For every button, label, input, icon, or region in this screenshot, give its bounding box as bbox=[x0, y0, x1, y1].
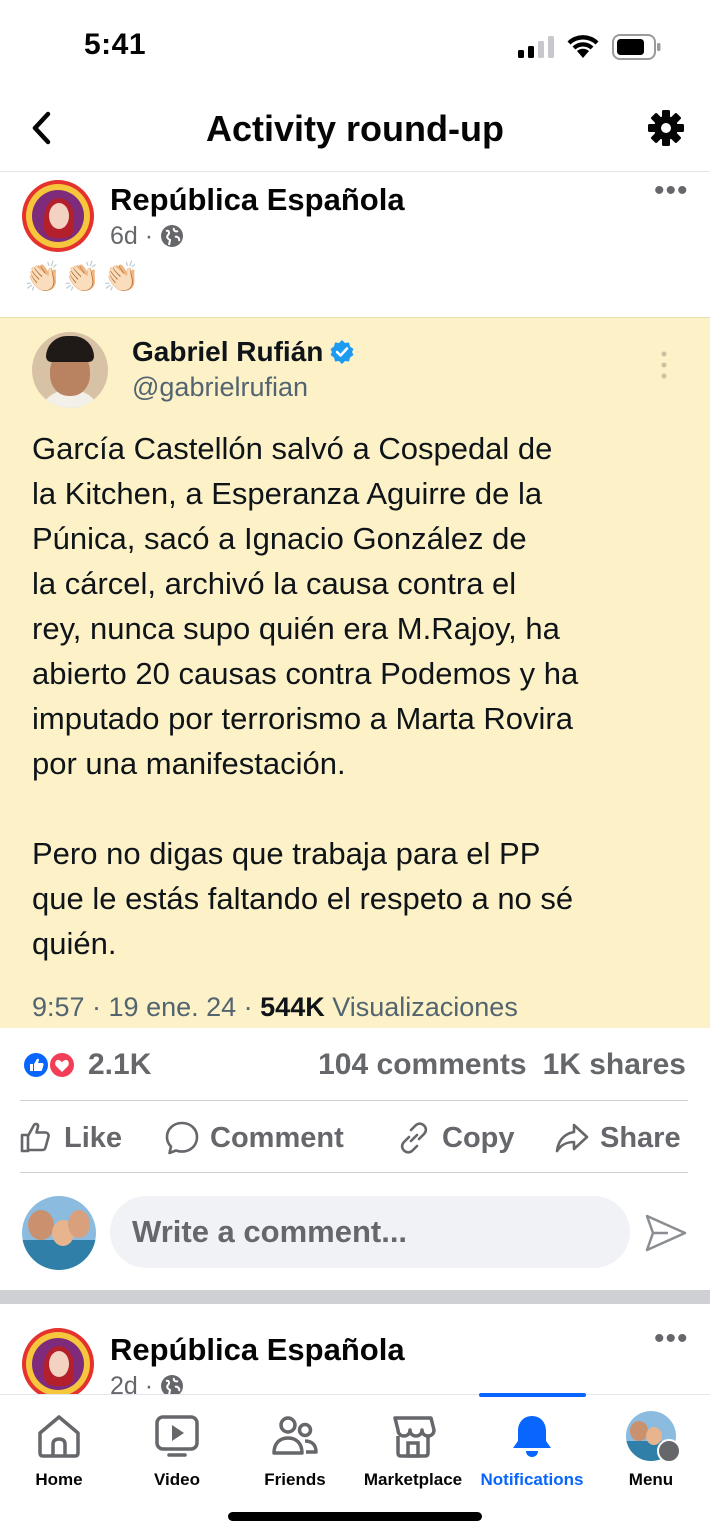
meta-separator: · bbox=[144, 1372, 154, 1396]
video-icon bbox=[155, 1415, 199, 1457]
share-button[interactable]: Share bbox=[554, 1118, 681, 1158]
post-more-options-icon[interactable]: ••• bbox=[654, 1326, 689, 1356]
tweet-text: García Castellón salvó a Cospedal de la … bbox=[32, 431, 579, 961]
comment-input[interactable] bbox=[110, 1196, 630, 1268]
globe-icon bbox=[161, 1375, 184, 1396]
like-love-reactions-icon[interactable] bbox=[22, 1050, 82, 1080]
page-name[interactable]: República Española bbox=[110, 1332, 405, 1368]
embedded-tweet-image[interactable]: Gabriel Rufián @gabrielrufian García Cas… bbox=[0, 317, 710, 1028]
post-separator bbox=[0, 1290, 710, 1304]
nav-friends[interactable]: Friends bbox=[236, 1395, 354, 1495]
page-avatar[interactable] bbox=[22, 1328, 94, 1396]
next-post-header: República Española 2d · ••• bbox=[0, 1326, 710, 1396]
post-header: República Española 6d · ••• 👏🏻👏🏻👏🏻 bbox=[0, 174, 710, 314]
share-count[interactable]: 1K shares bbox=[543, 1048, 686, 1081]
nav-home[interactable]: Home bbox=[0, 1395, 118, 1495]
divider bbox=[20, 1172, 688, 1173]
nav-marketplace[interactable]: Marketplace bbox=[354, 1395, 472, 1495]
tweet-footer: 9:57 · 19 ene. 24 · 544K Visualizaciones bbox=[32, 992, 518, 1022]
nav-notifications[interactable]: Notifications bbox=[472, 1395, 592, 1495]
status-bar: 5:41 bbox=[0, 0, 710, 88]
cellular-signal-icon bbox=[518, 36, 554, 58]
link-icon bbox=[400, 1122, 428, 1154]
tweet-author-name: Gabriel Rufián bbox=[132, 336, 355, 368]
user-avatar[interactable] bbox=[22, 1196, 96, 1270]
verified-badge-icon bbox=[330, 340, 354, 364]
home-icon bbox=[38, 1415, 80, 1458]
marketplace-icon bbox=[393, 1416, 436, 1458]
globe-icon bbox=[161, 225, 184, 247]
clapping-emojis: 👏🏻👏🏻👏🏻 bbox=[24, 260, 143, 295]
engagement-counts: 104 comments 1K shares bbox=[318, 1048, 686, 1082]
friends-icon bbox=[272, 1416, 318, 1455]
reaction-count[interactable]: 2.1K bbox=[88, 1048, 151, 1082]
comment-count[interactable]: 104 comments bbox=[318, 1048, 526, 1081]
meta-separator: · bbox=[144, 222, 154, 250]
page-name[interactable]: República Española bbox=[110, 182, 405, 218]
comment-button[interactable]: Comment bbox=[164, 1118, 344, 1158]
battery-icon bbox=[612, 34, 661, 60]
thumbs-up-icon bbox=[20, 1122, 50, 1153]
home-indicator[interactable] bbox=[228, 1512, 482, 1521]
post-age: 6d bbox=[110, 222, 138, 250]
reactions-summary: 2.1K 104 comments 1K shares bbox=[0, 1040, 710, 1092]
post-actions: Like Comment Copy Share bbox=[0, 1104, 710, 1170]
wifi-icon bbox=[567, 35, 599, 58]
send-icon[interactable] bbox=[644, 1212, 688, 1254]
tweet-more-icon bbox=[661, 351, 667, 379]
copy-button[interactable]: Copy bbox=[396, 1118, 515, 1158]
post-meta: 6d · bbox=[110, 222, 184, 251]
nav-menu[interactable]: Menu bbox=[592, 1395, 710, 1495]
post-age: 2d bbox=[110, 1372, 138, 1396]
post-meta: 2d · bbox=[110, 1372, 184, 1396]
nav-video[interactable]: Video bbox=[118, 1395, 236, 1495]
like-button[interactable]: Like bbox=[18, 1118, 122, 1158]
comment-bubble-icon bbox=[165, 1121, 199, 1155]
tweet-handle: @gabrielrufian bbox=[132, 372, 309, 402]
page-title: Activity round-up bbox=[206, 108, 504, 149]
tweet-author-avatar bbox=[32, 332, 108, 408]
gear-icon[interactable] bbox=[646, 108, 686, 148]
comment-composer bbox=[0, 1194, 710, 1274]
post-more-options-icon[interactable]: ••• bbox=[654, 174, 689, 208]
menu-badge-icon bbox=[657, 1439, 681, 1463]
status-time: 5:41 bbox=[84, 28, 147, 61]
divider bbox=[20, 1100, 688, 1101]
page-avatar[interactable] bbox=[22, 180, 94, 252]
bell-icon bbox=[513, 1416, 551, 1457]
share-arrow-icon bbox=[555, 1123, 589, 1153]
top-bar: Activity round-up bbox=[0, 88, 710, 172]
